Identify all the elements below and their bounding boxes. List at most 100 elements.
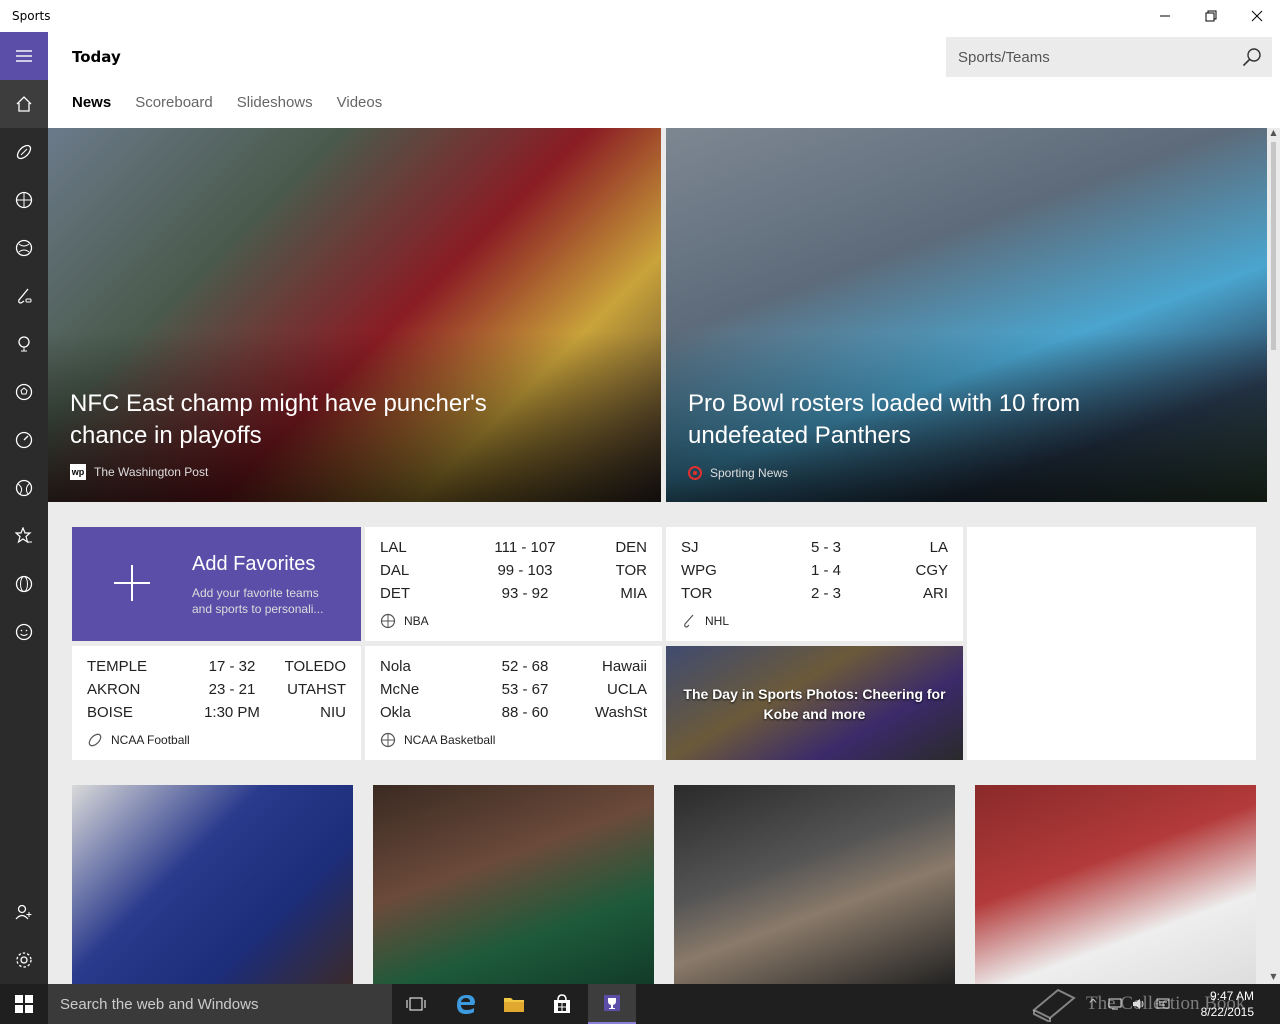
hockey-icon <box>18 288 32 304</box>
taskbar: Search the web and Windows The Collectio… <box>0 984 1280 1024</box>
scoreboard-tile-nba[interactable]: LAL 111 - 107 DEN DAL 99 - 103 TOR DET 93 - 9… <box>365 527 662 641</box>
nav-football[interactable] <box>0 128 48 176</box>
hero-story-1[interactable]: NFC East champ might have puncher's chan… <box>48 128 661 502</box>
search-input[interactable] <box>946 48 1232 66</box>
nav-tennis[interactable] <box>0 464 48 512</box>
empty-tile <box>967 527 1256 760</box>
search-box[interactable] <box>946 37 1272 77</box>
game-row: BOISE 1:30 PM NIU <box>87 704 346 721</box>
nav-basketball[interactable] <box>0 176 48 224</box>
nav-settings[interactable] <box>0 936 48 984</box>
league-name: NCAA Basketball <box>404 733 496 747</box>
close-button[interactable] <box>1234 0 1280 32</box>
edge-button[interactable] <box>442 984 490 1024</box>
add-favorites-subtitle: Add your favorite teams and sports to pe… <box>192 586 324 616</box>
hamburger-button[interactable] <box>0 32 48 80</box>
scroll-up-icon[interactable]: ▲ <box>1267 128 1280 140</box>
scoreboard-tile-nhl[interactable]: SJ 5 - 3 LA WPG 1 - 4 CGY TOR 2 - 3 ARI NHL <box>666 527 963 641</box>
add-person-icon <box>15 904 32 920</box>
favorites-icon <box>15 527 32 544</box>
minimize-icon <box>1160 15 1170 17</box>
game-row: LAL 111 - 107 DEN <box>380 539 647 556</box>
nav-baseball[interactable] <box>0 224 48 272</box>
restore-button[interactable] <box>1188 0 1234 32</box>
game-row: Okla 88 - 60 WashSt <box>380 704 647 721</box>
volume-icon[interactable] <box>1132 997 1146 1011</box>
slideshow-tile[interactable]: The Day in Sports Photos: Cheering for K… <box>666 646 963 760</box>
start-button[interactable] <box>0 984 48 1024</box>
soccer-icon <box>15 383 33 401</box>
basketball-icon <box>15 191 33 209</box>
league-name: NCAA Football <box>111 733 190 747</box>
scoreboard-tile-ncaa-football[interactable]: TEMPLE 17 - 32 TOLEDO AKRON 23 - 21 UTAHST B… <box>72 646 361 760</box>
close-icon <box>1251 10 1263 22</box>
add-favorites-tile[interactable]: Add Favorites Add your favorite teams an… <box>72 527 361 641</box>
show-desktop-button[interactable] <box>1266 984 1280 1024</box>
action-center-icon[interactable] <box>1156 997 1170 1011</box>
hamburger-icon <box>16 50 32 62</box>
restore-icon <box>1205 10 1217 22</box>
nav-racing[interactable] <box>0 416 48 464</box>
football-icon <box>16 144 32 160</box>
game-row: SJ 5 - 3 LA <box>681 539 948 556</box>
nav-golf[interactable] <box>0 320 48 368</box>
edge-icon <box>457 995 475 1014</box>
story-image-tile[interactable] <box>674 785 955 984</box>
sports-app-button[interactable] <box>588 984 636 1024</box>
system-tray: ^ <box>1088 984 1170 1024</box>
scoreboard-tile-ncaa-basketball[interactable]: Nola 52 - 68 Hawaii McNe 53 - 67 UCLA Okla 88… <box>365 646 662 760</box>
clock[interactable]: 9:47 AM 8/22/2015 <box>1174 988 1254 1020</box>
football-icon <box>88 733 102 747</box>
story-image-tile[interactable] <box>373 785 654 984</box>
game-row: AKRON 23 - 21 UTAHST <box>87 681 346 698</box>
hero-source-name: Sporting News <box>710 466 789 480</box>
nav-home[interactable] <box>0 80 48 128</box>
story-image-tile[interactable] <box>72 785 353 984</box>
clock-date: 8/22/2015 <box>1200 1005 1254 1019</box>
main-content: Today News Scoreboard Slideshows Videos … <box>48 32 1280 984</box>
hero-source: wp The Washington Post <box>70 464 208 480</box>
store-button[interactable] <box>538 984 586 1024</box>
add-favorites-title: Add Favorites <box>192 553 316 575</box>
league-name: NHL <box>705 614 730 628</box>
search-button[interactable] <box>1232 37 1272 77</box>
trophy-icon <box>604 995 620 1011</box>
nav-soccer[interactable] <box>0 368 48 416</box>
nav-favorites[interactable] <box>0 512 48 560</box>
golf-icon <box>18 336 30 352</box>
hero-story-2[interactable]: Pro Bowl rosters loaded with 10 from und… <box>666 128 1267 502</box>
slideshow-caption: The Day in Sports Photos: Cheering for K… <box>683 686 946 722</box>
task-view-button[interactable] <box>392 984 440 1024</box>
settings-icon <box>16 952 32 968</box>
hero-headline: Pro Bowl rosters loaded with 10 from und… <box>688 390 1081 449</box>
game-row: DET 93 - 92 MIA <box>380 585 647 602</box>
game-row: WPG 1 - 4 CGY <box>681 562 948 579</box>
scroll-down-icon[interactable]: ▼ <box>1267 972 1280 984</box>
page-title: Today <box>72 48 121 66</box>
tab-videos[interactable]: Videos <box>337 94 383 111</box>
nav-hockey[interactable] <box>0 272 48 320</box>
nav-sign-in[interactable] <box>0 888 48 936</box>
network-icon[interactable] <box>1108 997 1122 1011</box>
show-hidden-icons-icon[interactable]: ^ <box>1088 997 1098 1011</box>
vertical-scrollbar[interactable]: ▲ ▼ <box>1267 128 1280 984</box>
washington-post-logo-icon: wp <box>70 464 86 480</box>
tab-slideshows[interactable]: Slideshows <box>237 94 313 111</box>
tab-news[interactable]: News <box>72 94 111 111</box>
tab-scoreboard[interactable]: Scoreboard <box>135 94 213 111</box>
nav-fantasy[interactable] <box>0 608 48 656</box>
minimize-button[interactable] <box>1142 0 1188 32</box>
nav-world-sports[interactable] <box>0 560 48 608</box>
store-icon <box>554 994 570 1013</box>
story-image-tile[interactable] <box>975 785 1256 984</box>
clock-time: 9:47 AM <box>1209 989 1254 1003</box>
taskbar-search[interactable]: Search the web and Windows <box>48 984 392 1024</box>
header: Today News Scoreboard Slideshows Videos <box>48 32 1280 128</box>
file-explorer-button[interactable] <box>490 984 538 1024</box>
game-row: TOR 2 - 3 ARI <box>681 585 948 602</box>
game-row: TEMPLE 17 - 32 TOLEDO <box>87 658 346 675</box>
league-label: NBA <box>380 613 429 629</box>
league-label: NHL <box>681 613 729 629</box>
scrollbar-thumb[interactable] <box>1271 142 1276 350</box>
sporting-news-logo-icon <box>688 466 702 480</box>
